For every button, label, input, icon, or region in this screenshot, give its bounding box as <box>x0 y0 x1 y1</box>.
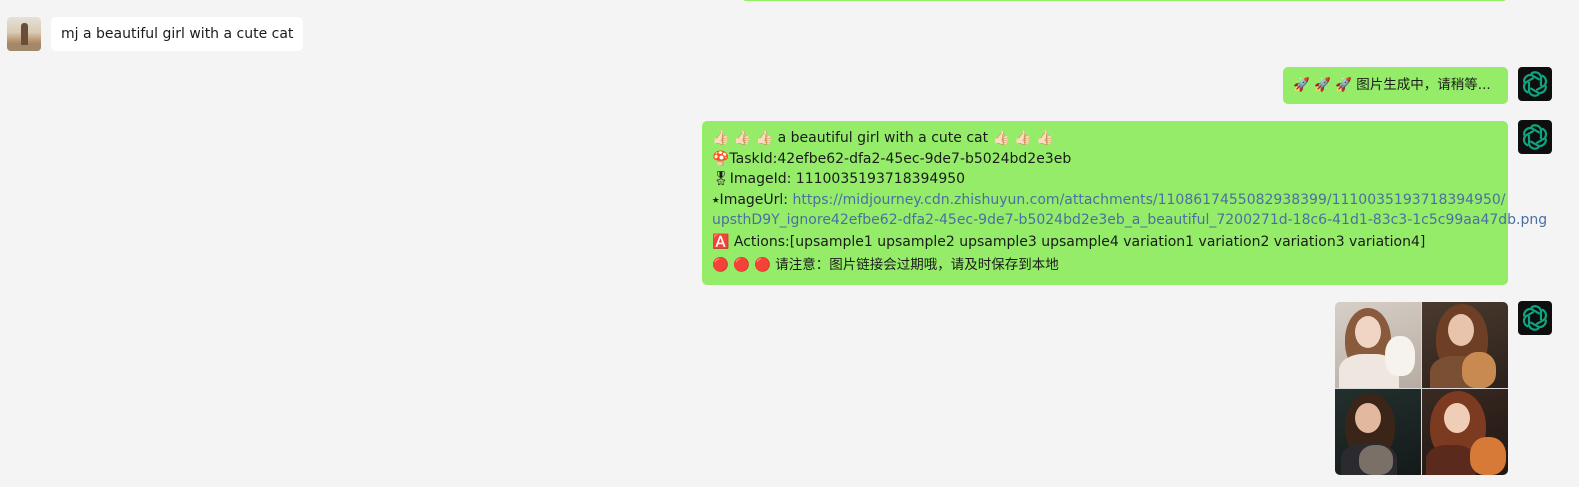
image-url-link-part2[interactable]: upsthD9Y_ignore42efbe62-dfa2-45ec-9de7-b… <box>712 212 1547 228</box>
bot-avatar[interactable] <box>1518 301 1552 335</box>
tile-body <box>1426 445 1476 475</box>
bot-generating-bubble[interactable]: 🚀 🚀 🚀 图片生成中，请稍等... <box>1283 67 1508 104</box>
user-message-bubble[interactable]: mj a beautiful girl with a cute cat <box>51 17 304 51</box>
result-image-url: ⭑ImageUrl: https://midjourney.cdn.zhishu… <box>712 190 1506 211</box>
tile-cat <box>1385 336 1415 376</box>
tile-face <box>1444 403 1470 433</box>
user-avatar[interactable] <box>7 17 41 51</box>
result-actions: 🅰️ Actions:[upsample1 upsample2 upsample… <box>712 233 1426 250</box>
bot-avatar[interactable] <box>1518 67 1552 101</box>
previous-message-bubble <box>742 0 1507 1</box>
user-message-text: mj a beautiful girl with a cute cat <box>61 26 294 42</box>
image-url-link-part1[interactable]: https://midjourney.cdn.zhishuyun.com/att… <box>792 192 1505 208</box>
image-tile-4[interactable] <box>1422 389 1508 475</box>
result-image-id: 🎖ImageId: 1110035193718394950 <box>712 171 966 188</box>
tile-cat <box>1462 352 1496 388</box>
generating-text: 🚀 🚀 🚀 图片生成中，请稍等... <box>1293 77 1491 93</box>
tile-face <box>1355 403 1381 433</box>
image-url-label: ⭑ImageUrl: <box>712 191 793 208</box>
tile-cat <box>1359 445 1393 475</box>
generated-image-grid[interactable] <box>1335 302 1508 475</box>
result-image-url-cont: upsthD9Y_ignore42efbe62-dfa2-45ec-9de7-b… <box>712 210 1547 231</box>
openai-logo-icon <box>1522 305 1548 331</box>
tile-cat <box>1470 437 1506 475</box>
image-tile-1[interactable] <box>1335 302 1421 388</box>
image-tile-3[interactable] <box>1335 389 1421 475</box>
result-task-id: 🍄TaskId:42efbe62-dfa2-45ec-9de7-b5024bd2… <box>712 150 1072 167</box>
result-title: 👍🏻 👍🏻 👍🏻 a beautiful girl with a cute ca… <box>712 130 1054 146</box>
image-tile-2[interactable] <box>1422 302 1508 388</box>
result-warning: 🔴 🔴 🔴 请注意：图片链接会过期哦，请及时保存到本地 <box>712 256 1059 273</box>
openai-logo-icon <box>1522 71 1548 97</box>
tile-face <box>1448 314 1474 346</box>
tile-face <box>1355 316 1381 348</box>
openai-logo-icon <box>1522 124 1548 150</box>
bot-avatar[interactable] <box>1518 120 1552 154</box>
avatar-photo-figure <box>21 23 28 45</box>
chat-window: mj a beautiful girl with a cute cat 🚀 🚀 … <box>0 0 1579 487</box>
bot-result-bubble[interactable]: 👍🏻 👍🏻 👍🏻 a beautiful girl with a cute ca… <box>702 121 1547 285</box>
